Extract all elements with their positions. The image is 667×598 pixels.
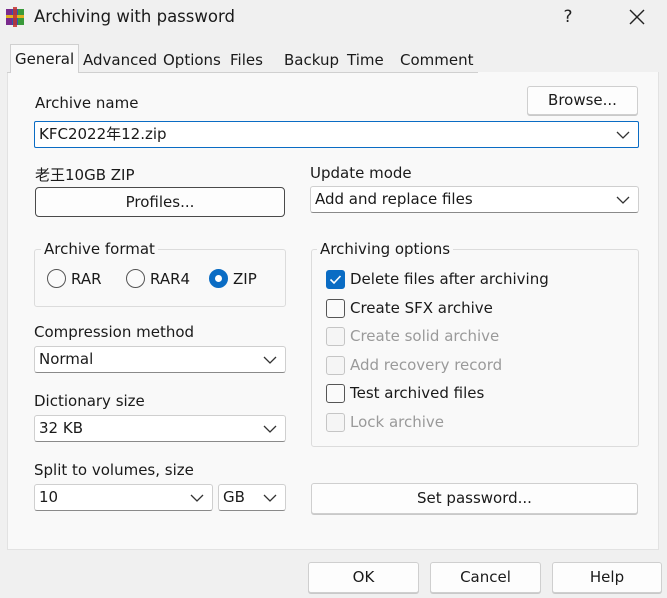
tab-general[interactable]: General — [10, 44, 80, 73]
split-volumes-label: Split to volumes, size — [34, 461, 194, 479]
compression-method-value: Normal — [39, 350, 94, 368]
radio-zip[interactable] — [209, 269, 228, 288]
set-password-button[interactable]: Set password... — [311, 483, 638, 514]
tab-backup[interactable]: Backup — [279, 48, 344, 72]
split-volumes-size-combo[interactable]: 10 — [34, 484, 213, 511]
window-title: Archiving with password — [34, 7, 235, 26]
checkbox-recovery-record — [326, 356, 345, 375]
dictionary-size-value: 32 KB — [39, 419, 83, 437]
archiving-options-title: Archiving options — [317, 240, 454, 258]
tab-options[interactable]: Options — [158, 48, 226, 72]
dictionary-size-label: Dictionary size — [34, 392, 145, 410]
chevron-down-icon — [616, 131, 630, 139]
cancel-button[interactable]: Cancel — [430, 562, 541, 593]
archive-name-label: Archive name — [35, 94, 139, 112]
recovery-record-label: Add recovery record — [350, 356, 503, 374]
update-mode-label: Update mode — [310, 164, 412, 182]
tab-files[interactable]: Files — [225, 48, 268, 72]
chevron-down-icon — [263, 494, 277, 502]
help-question-icon[interactable]: ? — [556, 4, 580, 30]
create-sfx-label: Create SFX archive — [350, 299, 493, 317]
tab-comment[interactable]: Comment — [395, 48, 479, 72]
checkbox-delete-files[interactable] — [326, 270, 345, 289]
radio-rar4[interactable] — [126, 269, 145, 288]
chevron-down-icon — [263, 356, 277, 364]
archive-name-value: KFC2022年12.zip — [39, 125, 167, 143]
chevron-down-icon — [263, 425, 277, 433]
tab-advanced[interactable]: Advanced — [78, 48, 162, 72]
checkbox-create-solid — [326, 327, 345, 346]
compression-method-select[interactable]: Normal — [34, 346, 286, 373]
lock-archive-label: Lock archive — [350, 413, 445, 431]
profile-name-label: 老王10GB ZIP — [35, 166, 135, 184]
tab-time[interactable]: Time — [342, 48, 389, 72]
archive-format-title: Archive format — [41, 240, 158, 258]
radio-zip-label: ZIP — [233, 270, 257, 288]
browse-button[interactable]: Browse... — [527, 86, 638, 115]
checkmark-icon — [329, 275, 342, 285]
radio-rar-label: RAR — [71, 270, 102, 288]
help-button[interactable]: Help — [552, 562, 662, 593]
split-volumes-size-value: 10 — [39, 488, 59, 506]
profiles-button[interactable]: Profiles... — [35, 187, 285, 217]
close-icon[interactable] — [620, 4, 654, 30]
checkbox-create-sfx[interactable] — [326, 299, 345, 318]
archive-name-combo[interactable]: KFC2022年12.zip — [34, 121, 639, 148]
delete-files-label: Delete files after archiving — [350, 270, 549, 288]
compression-method-label: Compression method — [34, 323, 195, 341]
winrar-app-icon — [5, 7, 25, 27]
update-mode-value: Add and replace files — [315, 190, 473, 208]
split-volumes-unit-value: GB — [223, 488, 245, 506]
dictionary-size-select[interactable]: 32 KB — [34, 415, 286, 442]
radio-rar4-label: RAR4 — [150, 270, 191, 288]
checkbox-lock-archive — [326, 413, 345, 432]
chevron-down-icon — [190, 494, 204, 502]
radio-rar[interactable] — [47, 269, 66, 288]
test-archived-label: Test archived files — [350, 384, 485, 402]
ok-button[interactable]: OK — [308, 562, 419, 593]
create-solid-label: Create solid archive — [350, 327, 500, 345]
update-mode-select[interactable]: Add and replace files — [310, 186, 639, 213]
checkbox-test-archived[interactable] — [326, 384, 345, 403]
chevron-down-icon — [616, 196, 630, 204]
split-volumes-unit-select[interactable]: GB — [218, 484, 286, 511]
